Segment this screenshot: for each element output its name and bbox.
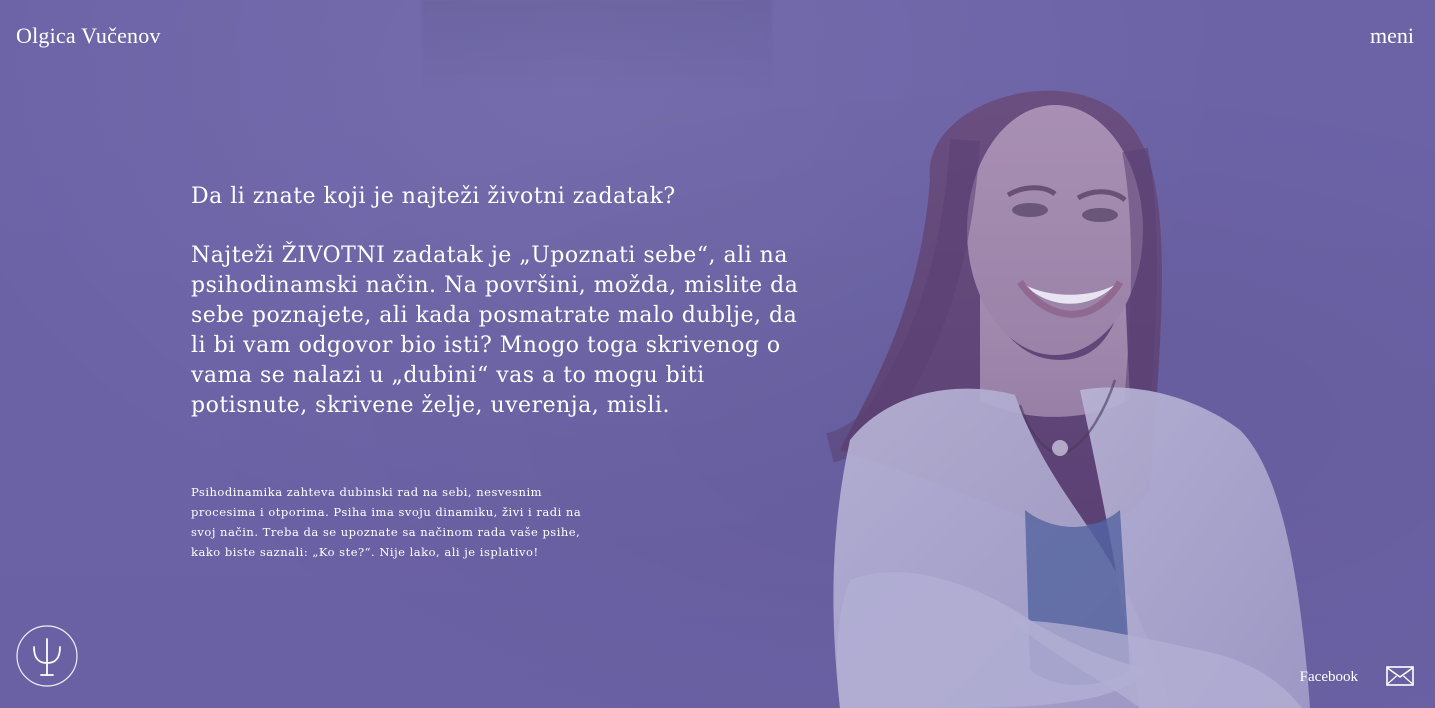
background-shadow <box>422 0 772 92</box>
hero-question: Da li znate koji je najteži životni zada… <box>191 184 676 209</box>
hero-lead-paragraph: Najteži ŽIVOTNI zadatak je „Upoznati seb… <box>191 243 799 418</box>
portrait-photo <box>810 60 1330 708</box>
psi-circle-logo-icon[interactable] <box>16 625 78 687</box>
menu-button[interactable]: meni <box>1370 22 1414 50</box>
brand-home-link[interactable]: Olgica Vučenov <box>16 22 161 50</box>
facebook-link[interactable]: Facebook <box>1300 667 1358 687</box>
hero-small-paragraph: Psihodinamika zahteva dubinski rad na se… <box>191 485 582 559</box>
envelope-icon[interactable] <box>1386 666 1414 686</box>
hero-content: Da li znate koji je najteži životni zada… <box>191 182 811 562</box>
